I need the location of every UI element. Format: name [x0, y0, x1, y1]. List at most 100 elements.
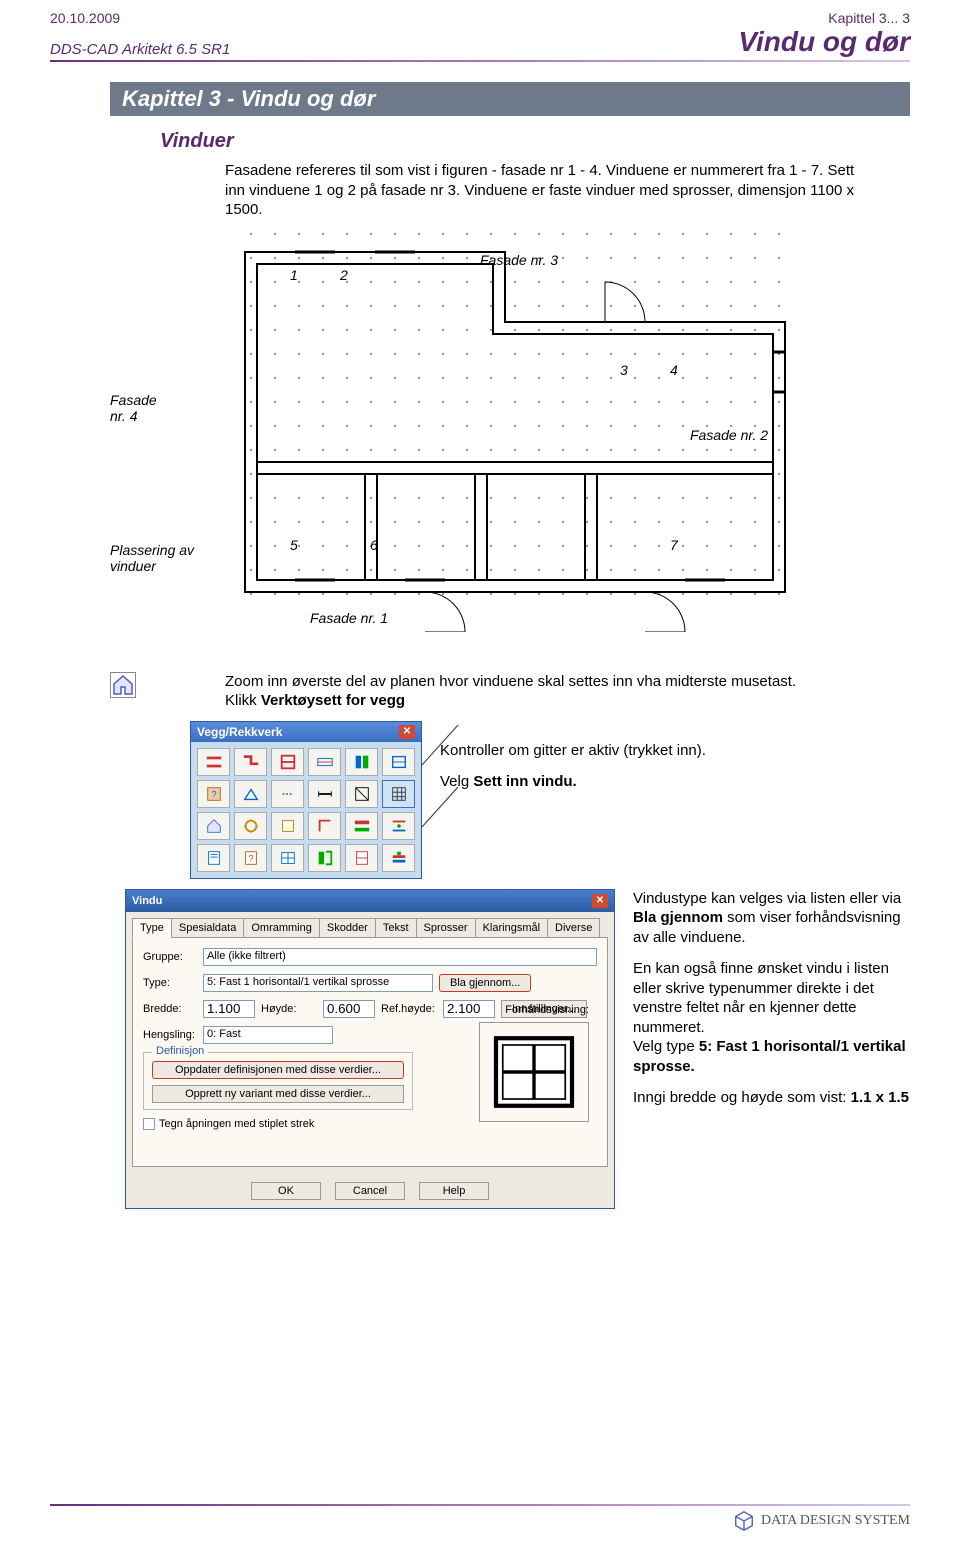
toolbox-notes: Kontroller om gitter er aktiv (trykket i…	[440, 721, 910, 879]
window-preview	[479, 1022, 589, 1122]
stiplet-label: Tegn åpningen med stiplet strek	[159, 1118, 314, 1130]
toolbox-titlebar: Vegg/Rekkverk ✕	[191, 722, 421, 742]
chapter-bar: Kapittel 3 - Vindu og dør	[110, 82, 910, 116]
tool-icon[interactable]	[382, 844, 415, 872]
dialog-explanation: Vindustype kan velges via listen eller v…	[633, 889, 910, 1209]
explain-p3: Inngi bredde og høyde som vist: 1.1 x 1.…	[633, 1088, 910, 1108]
insert-window-tool[interactable]	[271, 844, 304, 872]
bla-gjennom-button[interactable]: Bla gjennom...	[439, 974, 531, 992]
close-icon[interactable]: ✕	[592, 894, 608, 908]
dialog-titlebar: Vindu ✕	[126, 890, 614, 912]
tool-icon[interactable]	[234, 780, 267, 808]
close-icon[interactable]: ✕	[399, 725, 415, 739]
page-title: Vindu og dør	[738, 26, 910, 58]
tab-sprosser[interactable]: Sprosser	[416, 918, 476, 938]
tab-diverse[interactable]: Diverse	[547, 918, 600, 938]
explain-p2: En kan også finne ønsket vindu i listen …	[633, 959, 910, 1076]
plan-num-3: 3	[620, 362, 628, 378]
tool-icon[interactable]	[197, 844, 230, 872]
tool-icon[interactable]	[234, 748, 267, 776]
tab-klaringsmal[interactable]: Klaringsmål	[475, 918, 548, 938]
footer-rule	[50, 1504, 910, 1506]
svg-text:?: ?	[211, 789, 216, 799]
footer-brand: DATA DESIGN SYSTEM	[50, 1510, 910, 1532]
section-heading: Vinduer	[160, 130, 910, 153]
hengsling-label: Hengsling:	[143, 1029, 197, 1041]
cancel-button[interactable]: Cancel	[335, 1182, 405, 1200]
refh-input[interactable]	[443, 1000, 495, 1018]
click-toolset-instruction: Klikk Verktøysett for vegg	[225, 691, 870, 711]
vegg-rekkverk-toolbox: Vegg/Rekkverk ✕ ?	[190, 721, 422, 879]
header-rule	[50, 60, 910, 62]
stiplet-checkbox[interactable]	[143, 1118, 155, 1130]
tab-tekst[interactable]: Tekst	[375, 918, 417, 938]
plan-num-7: 7	[670, 537, 678, 553]
tool-icon[interactable]	[308, 844, 341, 872]
footer-brand-text: DATA DESIGN SYSTEM	[761, 1513, 910, 1529]
gruppe-select[interactable]: Alle (ikke filtrert)	[203, 948, 597, 966]
tool-icon[interactable]	[308, 780, 341, 808]
tool-icon[interactable]	[382, 812, 415, 840]
tool-icon[interactable]	[345, 748, 378, 776]
tab-skodder[interactable]: Skodder	[319, 918, 376, 938]
cube-icon	[733, 1510, 755, 1532]
help-button[interactable]: Help	[419, 1182, 489, 1200]
toolbox-grid: ? ?	[191, 742, 421, 878]
pointer-lines	[420, 717, 460, 837]
dialog-title-text: Vindu	[132, 895, 162, 907]
tool-icon[interactable]	[271, 780, 304, 808]
hoyde-label: Høyde:	[261, 1003, 317, 1015]
home-icon[interactable]	[110, 672, 136, 698]
header-chapter-ref: Kapittel 3... 3	[828, 10, 910, 26]
tool-icon[interactable]	[345, 844, 378, 872]
plan-num-2: 2	[340, 267, 348, 283]
tool-icon[interactable]	[271, 748, 304, 776]
preview-label: Forhåndsvisning:	[505, 1004, 589, 1016]
ok-button[interactable]: OK	[251, 1182, 321, 1200]
opprett-variant-button[interactable]: Opprett ny variant med disse verdier...	[152, 1085, 404, 1103]
tab-omramming[interactable]: Omramming	[243, 918, 320, 938]
refh-label: Ref.høyde:	[381, 1003, 437, 1015]
tab-type[interactable]: Type	[132, 918, 172, 938]
hoyde-input[interactable]	[323, 1000, 375, 1018]
tool-icon[interactable]	[308, 748, 341, 776]
plan-num-6: 6	[370, 537, 378, 553]
product-name: DDS-CAD Arkitekt 6.5 SR1	[50, 41, 230, 58]
hengsling-select[interactable]: 0: Fast	[203, 1026, 333, 1044]
tool-icon[interactable]	[197, 748, 230, 776]
window-placement-label: Plassering av vinduer	[110, 542, 194, 574]
toolbox-title-text: Vegg/Rekkverk	[197, 725, 282, 739]
plan-num-4: 4	[670, 362, 678, 378]
tool-icon[interactable]	[345, 812, 378, 840]
tool-icon[interactable]	[271, 812, 304, 840]
grid-toggle-tool[interactable]	[382, 780, 415, 808]
bredde-input[interactable]	[203, 1000, 255, 1018]
tool-icon[interactable]	[382, 748, 415, 776]
tool-icon[interactable]	[308, 812, 341, 840]
header-date: 20.10.2009	[50, 10, 120, 26]
home-tool-icon[interactable]	[197, 812, 230, 840]
page-footer: DATA DESIGN SYSTEM	[50, 1504, 910, 1532]
svg-text:?: ?	[248, 853, 253, 863]
plan-num-1: 1	[290, 267, 298, 283]
note-grid-active: Kontroller om gitter er aktiv (trykket i…	[440, 741, 910, 761]
tool-icon[interactable]: ?	[234, 844, 267, 872]
facade-4-label: Fasade nr. 4	[110, 392, 157, 424]
zoom-instruction: Zoom inn øverste del av planen hvor vind…	[225, 672, 870, 692]
bredde-label: Bredde:	[143, 1003, 197, 1015]
facade-1-label: Fasade nr. 1	[310, 610, 388, 626]
definisjon-legend: Definisjon	[152, 1045, 208, 1057]
type-select[interactable]: 5: Fast 1 horisontal/1 vertikal sprosse	[203, 974, 433, 992]
definisjon-group: Definisjon Oppdater definisjonen med dis…	[143, 1052, 413, 1110]
facade-3-label: Fasade nr. 3	[480, 252, 558, 268]
facade-2-label: Fasade nr. 2	[690, 427, 768, 443]
tool-icon[interactable]: ?	[197, 780, 230, 808]
tool-icon[interactable]	[234, 812, 267, 840]
floor-plan-figure: Fasade nr. 4 Plassering av vinduer	[50, 232, 910, 642]
tab-spesialdata[interactable]: Spesialdata	[171, 918, 245, 938]
note-insert-window: Velg Sett inn vindu.	[440, 772, 910, 792]
type-label: Type:	[143, 977, 197, 989]
oppdater-def-button[interactable]: Oppdater definisjonen med disse verdier.…	[152, 1061, 404, 1079]
page-header: 20.10.2009 Kapittel 3... 3 DDS-CAD Arkit…	[50, 10, 910, 62]
tool-icon[interactable]	[345, 780, 378, 808]
